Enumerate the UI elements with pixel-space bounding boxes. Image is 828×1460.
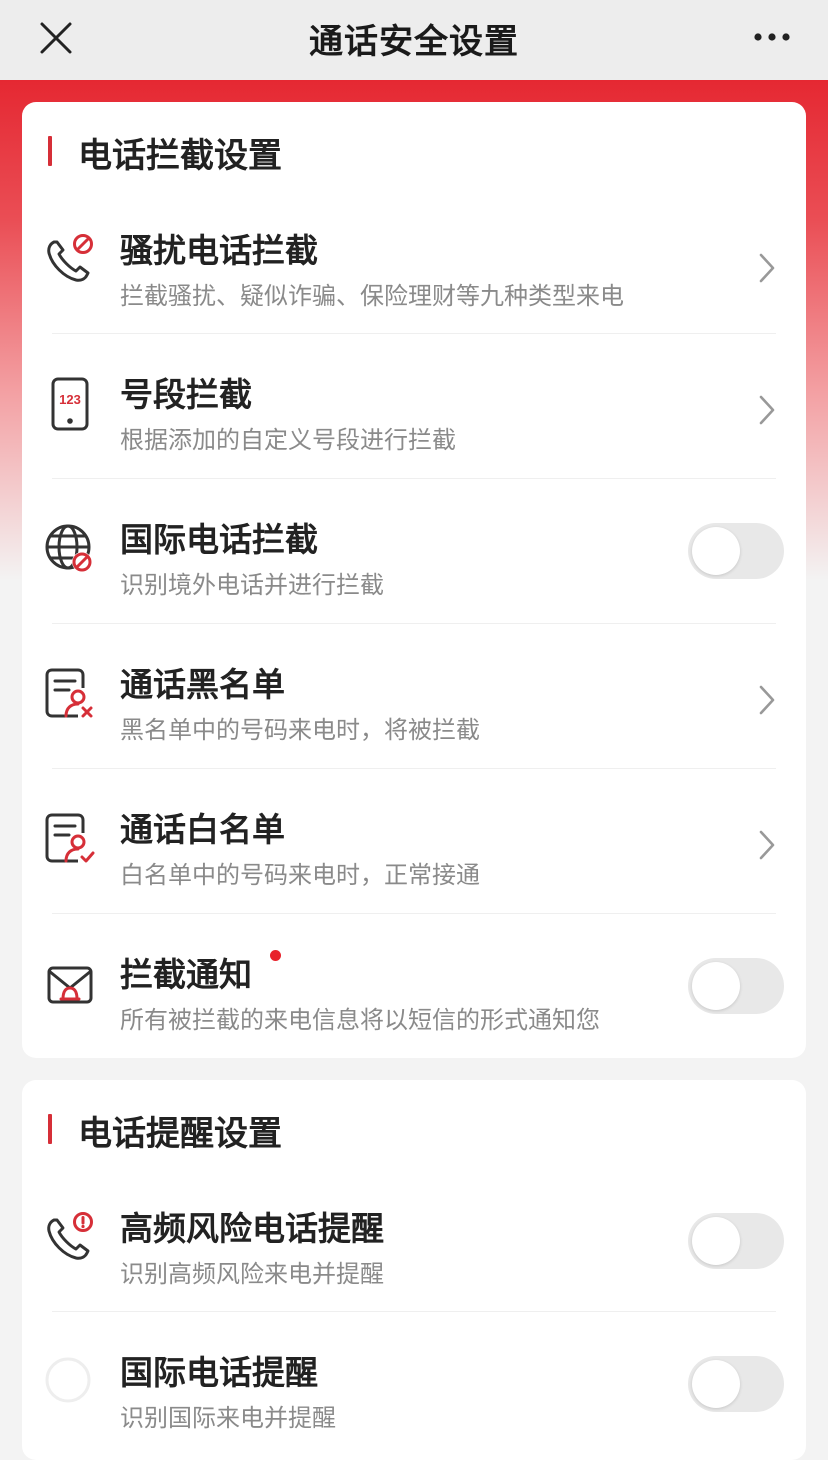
setting-title: 通话白名单 (120, 810, 285, 849)
phone-alert-icon (47, 1212, 93, 1260)
setting-title: 号段拦截 (120, 375, 252, 414)
number-pad-icon-text: 123 (59, 392, 81, 407)
toggle-knob (692, 527, 740, 575)
blacklist-icon (45, 668, 93, 718)
section-header: 电话拦截设置 (22, 102, 806, 202)
setting-title: 国际电话提醒 (120, 1353, 318, 1392)
setting-row-number-range-block[interactable]: 123 号段拦截 根据添加的自定义号段进行拦截 (22, 334, 806, 479)
toggle-knob (692, 1360, 740, 1408)
number-pad-icon: 123 (51, 377, 89, 431)
chevron-right-icon[interactable] (758, 252, 776, 284)
setting-subtitle: 识别国际来电并提醒 (120, 1404, 336, 1432)
section-card-reminder: 电话提醒设置 高频风险电话提醒 识别高频风险来电并提醒 国际电话提醒 识别国际来… (22, 1080, 806, 1460)
international-block-toggle[interactable] (688, 523, 784, 579)
setting-title: 骚扰电话拦截 (120, 231, 318, 270)
setting-subtitle: 识别境外电话并进行拦截 (120, 571, 384, 599)
section-header: 电话提醒设置 (22, 1080, 806, 1180)
section-card-intercept: 电话拦截设置 骚扰电话拦截 拦截骚扰、疑似诈骗、保险理财等九种类型来电 123 … (22, 102, 806, 1058)
nav-bar: 通话安全设置 (0, 0, 828, 80)
setting-row-blacklist[interactable]: 通话黑名单 黑名单中的号码来电时，将被拦截 (22, 624, 806, 769)
globe-alert-icon (45, 1357, 91, 1403)
setting-title: 国际电话拦截 (120, 520, 318, 559)
setting-title: 通话黑名单 (120, 665, 285, 704)
globe-block-icon (45, 524, 92, 572)
mail-bell-icon (47, 966, 93, 1004)
high-risk-reminder-toggle[interactable] (688, 1213, 784, 1269)
setting-title: 高频风险电话提醒 (120, 1209, 384, 1248)
chevron-right-icon[interactable] (758, 684, 776, 716)
setting-row-international-reminder: 国际电话提醒 识别国际来电并提醒 (22, 1312, 806, 1457)
toggle-knob (692, 962, 740, 1010)
section-title: 电话拦截设置 (78, 136, 282, 176)
setting-row-whitelist[interactable]: 通话白名单 白名单中的号码来电时，正常接通 (22, 769, 806, 914)
setting-row-harassment-block[interactable]: 骚扰电话拦截 拦截骚扰、疑似诈骗、保险理财等九种类型来电 (22, 202, 806, 334)
setting-subtitle: 拦截骚扰、疑似诈骗、保险理财等九种类型来电 (120, 282, 624, 310)
toggle-knob (692, 1217, 740, 1265)
phone-block-icon (47, 234, 93, 282)
setting-row-intercept-notice: 拦截通知 所有被拦截的来电信息将以短信的形式通知您 (22, 914, 806, 1058)
whitelist-icon (45, 813, 95, 863)
setting-subtitle: 识别高频风险来电并提醒 (120, 1260, 384, 1288)
setting-title: 拦截通知 (120, 955, 252, 994)
chevron-right-icon[interactable] (758, 394, 776, 426)
intercept-notice-toggle[interactable] (688, 958, 784, 1014)
section-title: 电话提醒设置 (78, 1114, 282, 1154)
setting-row-high-risk-reminder: 高频风险电话提醒 识别高频风险来电并提醒 (22, 1180, 806, 1312)
section-accent-bar (48, 136, 52, 166)
international-reminder-toggle[interactable] (688, 1356, 784, 1412)
page-title: 通话安全设置 (309, 22, 519, 62)
new-badge-dot (270, 950, 281, 961)
setting-row-international-block: 国际电话拦截 识别境外电话并进行拦截 (22, 479, 806, 624)
chevron-right-icon[interactable] (758, 829, 776, 861)
setting-subtitle: 黑名单中的号码来电时，将被拦截 (120, 716, 480, 744)
section-accent-bar (48, 1114, 52, 1144)
setting-subtitle: 所有被拦截的来电信息将以短信的形式通知您 (120, 1006, 600, 1034)
more-icon[interactable] (752, 22, 792, 52)
setting-subtitle: 白名单中的号码来电时，正常接通 (120, 861, 480, 889)
setting-subtitle: 根据添加的自定义号段进行拦截 (120, 426, 456, 454)
